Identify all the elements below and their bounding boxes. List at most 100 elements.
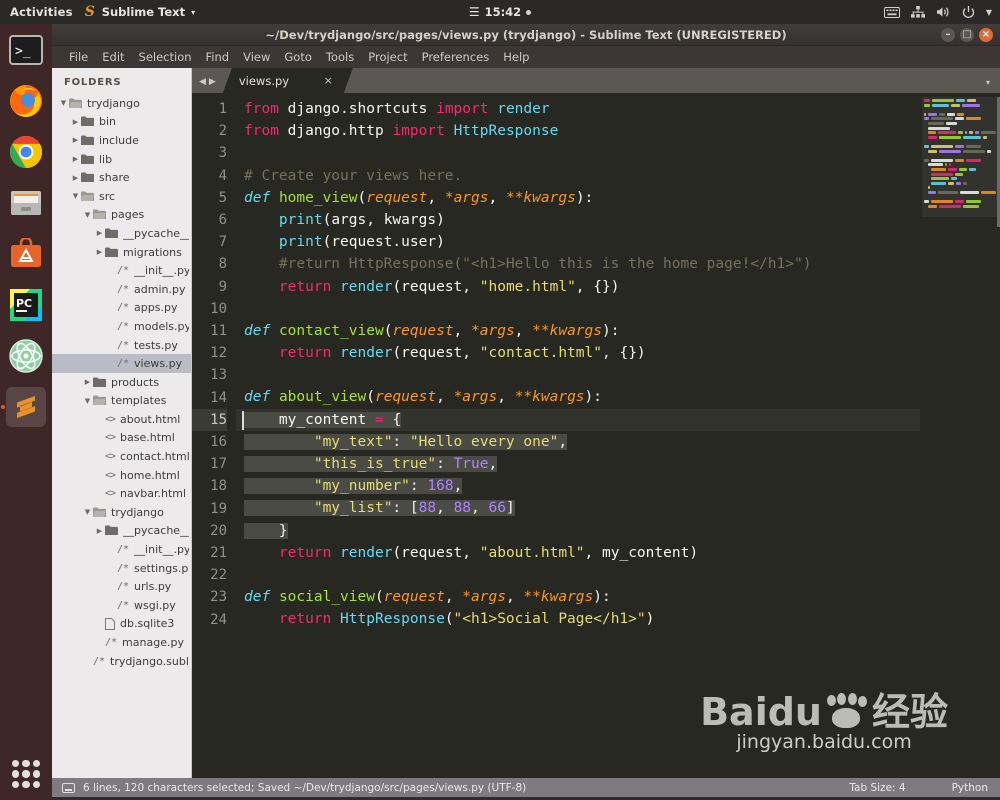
tree-item-db-sqlite3[interactable]: · db.sqlite3 [52,615,191,634]
keyboard-icon[interactable] [883,6,900,18]
tab-prev-icon[interactable]: ◀ [199,77,206,87]
code-line[interactable]: from django.shortcuts import render [236,98,1000,120]
chevron-down-icon[interactable]: ▼ [70,192,81,200]
code-line[interactable] [236,364,1000,386]
volume-icon[interactable] [936,6,951,18]
code-line[interactable]: } [236,520,1000,542]
code-line[interactable]: "this_is_true": True, [236,453,1000,475]
tree-item-navbar-html[interactable]: ·<> navbar.html [52,484,191,503]
tree-item-apps-py[interactable]: ·/* apps.py [52,299,191,318]
code-line[interactable]: #return HttpResponse("<h1>Hello this is … [236,253,1000,275]
close-button[interactable]: × [979,28,993,42]
app-menu-button[interactable]: S Sublime Text ▾ [85,5,195,19]
chevron-right-icon[interactable]: ▶ [70,174,81,182]
activities-button[interactable]: Activities [0,5,85,19]
tree-item-migrations[interactable]: ▶ migrations [52,243,191,262]
dock-item-terminal[interactable]: >_ [6,30,46,70]
tree-item-trydjango[interactable]: ▼ trydjango [52,94,191,113]
code-line[interactable]: return HttpResponse("<h1>Social Page</h1… [236,608,1000,630]
dock-item-files[interactable] [6,183,46,223]
menu-item-preferences[interactable]: Preferences [415,48,497,66]
tab-views-py[interactable]: views.py × [223,68,353,93]
menu-item-file[interactable]: File [62,48,95,66]
close-icon[interactable]: × [324,74,333,87]
chevron-down-icon[interactable]: ▼ [82,508,93,516]
chevron-right-icon[interactable]: ▶ [82,378,93,386]
tree-item-home-html[interactable]: ·<> home.html [52,466,191,485]
chevron-right-icon[interactable]: ▶ [70,136,81,144]
tree-item-models-py[interactable]: ·/* models.py [52,317,191,336]
menu-item-edit[interactable]: Edit [95,48,131,66]
tab-size-label[interactable]: Tab Size: 4 [849,782,905,794]
minimap[interactable] [920,93,1000,778]
chevron-down-icon[interactable]: ▼ [82,211,93,219]
minimize-button[interactable]: – [941,28,955,42]
code-line[interactable] [236,564,1000,586]
code-line[interactable]: def social_view(request, *args, **kwargs… [236,586,1000,608]
chevron-right-icon[interactable]: ▶ [70,155,81,163]
show-applications-button[interactable] [12,760,40,788]
code-line[interactable]: def contact_view(request, *args, **kwarg… [236,320,1000,342]
console-icon[interactable] [62,782,75,793]
code-line[interactable]: "my_text": "Hello every one", [236,431,1000,453]
power-icon[interactable] [962,5,975,19]
chevron-down-icon[interactable]: ▼ [82,397,93,405]
system-tray[interactable]: ▼ [883,5,992,19]
chevron-right-icon[interactable]: ▶ [94,229,105,237]
tree-item-lib[interactable]: ▶ lib [52,150,191,169]
code-line[interactable]: my_content = { [236,408,1000,431]
code-line[interactable] [236,298,1000,320]
maximize-button[interactable]: □ [960,28,974,42]
tree-item-views-py[interactable]: ·/* views.py [52,354,191,373]
tree-item-templates[interactable]: ▼ templates [52,392,191,411]
dock-item-firefox[interactable] [6,81,46,121]
chevron-right-icon[interactable]: ▶ [94,527,105,535]
tree-item-products[interactable]: ▶ products [52,373,191,392]
clock-area[interactable]: ☰ 15:42 [430,5,570,19]
menu-item-selection[interactable]: Selection [132,48,199,66]
code-line[interactable]: # Create your views here. [236,165,1000,187]
code-line[interactable]: from django.http import HttpResponse [236,120,1000,142]
tree-item---init---py[interactable]: ·/* __init__.py [52,261,191,280]
chevron-down-icon[interactable]: ▼ [986,8,992,17]
tree-item-trydjango-sublime-p[interactable]: ·/* trydjango.sublime-p [52,652,191,671]
tree-item-about-html[interactable]: ·<> about.html [52,410,191,429]
tree-item---init---py[interactable]: ·/* __init__.py [52,540,191,559]
dock-item-atom[interactable] [6,336,46,376]
tree-item-share[interactable]: ▶ share [52,168,191,187]
tree-item-admin-py[interactable]: ·/* admin.py [52,280,191,299]
dock-item-ubuntu-software[interactable] [6,234,46,274]
tree-item-base-html[interactable]: ·<> base.html [52,429,191,448]
code-line[interactable]: return render(request, "home.html", {}) [236,276,1000,298]
chevron-down-icon[interactable]: ▼ [58,99,69,107]
menu-item-goto[interactable]: Goto [277,48,319,66]
code-line[interactable]: print(args, kwargs) [236,209,1000,231]
tree-item-bin[interactable]: ▶ bin [52,113,191,132]
menu-item-help[interactable]: Help [496,48,536,66]
tree-item-contact-html[interactable]: ·<> contact.html [52,447,191,466]
chevron-down-icon[interactable]: ▾ [986,78,990,87]
tree-item-manage-py[interactable]: ·/* manage.py [52,633,191,652]
menu-item-project[interactable]: Project [361,48,414,66]
tree-item---pycache--[interactable]: ▶ __pycache__ [52,224,191,243]
code-line[interactable]: return render(request, "about.html", my_… [236,542,1000,564]
code-line[interactable]: "my_list": [88, 88, 66] [236,497,1000,519]
menu-item-view[interactable]: View [236,48,277,66]
tree-item-tests-py[interactable]: ·/* tests.py [52,336,191,355]
code-line[interactable]: return render(request, "contact.html", {… [236,342,1000,364]
syntax-label[interactable]: Python [952,782,988,794]
code-content[interactable]: from django.shortcuts import render from … [236,93,1000,778]
tree-item-pages[interactable]: ▼ pages [52,206,191,225]
code-line[interactable]: "my_number": 168, [236,475,1000,497]
dock-item-pycharm[interactable]: PC [6,285,46,325]
menu-item-tools[interactable]: Tools [319,48,361,66]
tree-item-trydjango[interactable]: ▼ trydjango [52,503,191,522]
folders-sidebar[interactable]: FOLDERS ▼ trydjango ▶ bin ▶ include ▶ lib ▶ share… [52,68,192,778]
dock-item-chrome[interactable] [6,132,46,172]
code-line[interactable]: def home_view(request, *args, **kwargs): [236,187,1000,209]
chevron-right-icon[interactable]: ▶ [70,118,81,126]
code-line[interactable] [236,142,1000,164]
tree-item-settings-py[interactable]: ·/* settings.py [52,559,191,578]
menu-item-find[interactable]: Find [199,48,237,66]
tree-item-src[interactable]: ▼ src [52,187,191,206]
